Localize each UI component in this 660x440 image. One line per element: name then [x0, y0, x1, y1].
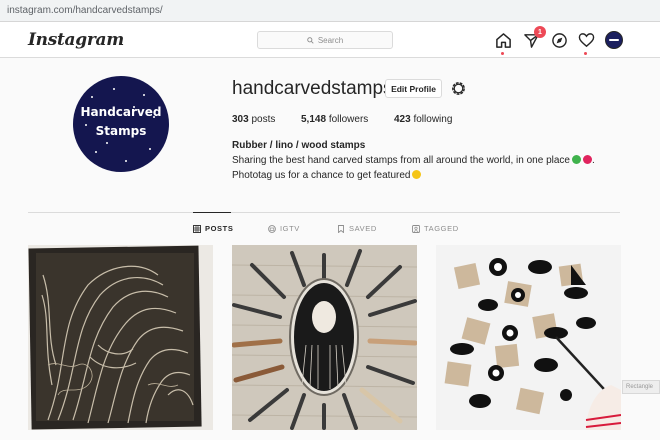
activity-dot — [584, 52, 587, 55]
settings-gear-icon[interactable] — [450, 80, 467, 97]
bio-line-1-text: Sharing the best hand carved stamps from… — [232, 155, 570, 166]
heart-icon — [578, 32, 594, 47]
post-thumbnail-3[interactable] — [436, 245, 621, 430]
search-icon — [307, 36, 314, 44]
active-tab-indicator — [193, 212, 231, 213]
side-panel-tab[interactable]: Rectangle — [622, 380, 660, 394]
profile-avatar-small[interactable] — [605, 31, 623, 49]
tab-saved[interactable]: SAVED — [337, 224, 377, 233]
followers-stat[interactable]: 5,148 followers — [301, 114, 368, 125]
tag-icon — [412, 224, 420, 233]
search-input[interactable]: Search — [257, 31, 393, 49]
avatar-logo-text: Handcarved Stamps — [73, 103, 169, 141]
url-text[interactable]: instagram.com/handcarvedstamps/ — [7, 5, 163, 16]
home-icon — [495, 32, 511, 48]
avatar-mark — [609, 39, 619, 41]
notification-badge: 1 — [534, 26, 546, 38]
avatar-text-line2: Stamps — [95, 124, 147, 138]
followers-label: followers — [328, 114, 369, 125]
following-count: 423 — [394, 114, 411, 125]
sushi-stamps-image — [436, 245, 621, 430]
bio-line-2-text: Phototag us for a chance to get featured — [232, 170, 411, 181]
smile-emoji-icon — [412, 170, 422, 179]
bio-line-1: Sharing the best hand carved stamps from… — [232, 155, 595, 166]
home-activity-dot — [501, 52, 504, 55]
avatar-text-line1: Handcarved — [80, 105, 162, 119]
profile-avatar[interactable]: Handcarved Stamps — [73, 76, 169, 172]
compass-icon — [551, 32, 567, 48]
home-button[interactable] — [494, 31, 512, 55]
instagram-logo[interactable]: Instagram — [28, 30, 124, 50]
tab-tagged-label: TAGGED — [424, 224, 459, 233]
search-placeholder: Search — [317, 35, 344, 45]
activity-button[interactable] — [577, 31, 595, 55]
tab-tagged[interactable]: TAGGED — [412, 224, 459, 233]
tabs-divider — [28, 212, 620, 213]
post-thumbnail-2[interactable] — [232, 245, 417, 430]
grid-icon — [193, 224, 201, 233]
posts-count-stat: 303 posts — [232, 114, 275, 125]
tab-posts[interactable]: POSTS — [193, 224, 233, 233]
posts-label: posts — [251, 114, 276, 125]
profile-username: handcarvedstamps — [232, 78, 393, 99]
carving-tools-image — [232, 245, 417, 430]
igtv-icon — [268, 224, 276, 233]
instagram-header: Instagram Search 1 — [0, 22, 660, 58]
lino-print-image — [28, 245, 213, 430]
tab-posts-label: POSTS — [205, 224, 234, 233]
tab-igtv-label: IGTV — [280, 224, 300, 233]
following-stat[interactable]: 423 following — [394, 114, 452, 125]
edit-profile-button[interactable]: Edit Profile — [385, 79, 442, 98]
browser-address-bar[interactable]: instagram.com/handcarvedstamps/ — [0, 0, 660, 22]
posts-count: 303 — [232, 114, 249, 125]
direct-messages-button[interactable]: 1 — [522, 26, 546, 49]
post-thumbnail-1[interactable] — [28, 245, 213, 430]
tab-saved-label: SAVED — [349, 224, 377, 233]
explore-button[interactable] — [550, 31, 568, 49]
bookmark-icon — [338, 224, 344, 233]
heart-emoji-icon — [582, 155, 592, 164]
profile-full-name: Rubber / lino / wood stamps — [232, 140, 366, 151]
globe-emoji-icon — [571, 155, 581, 164]
followers-count: 5,148 — [301, 114, 327, 125]
tab-igtv[interactable]: IGTV — [268, 224, 300, 233]
bio-line-2: Phototag us for a chance to get featured — [232, 170, 422, 181]
following-label: following — [413, 114, 453, 125]
